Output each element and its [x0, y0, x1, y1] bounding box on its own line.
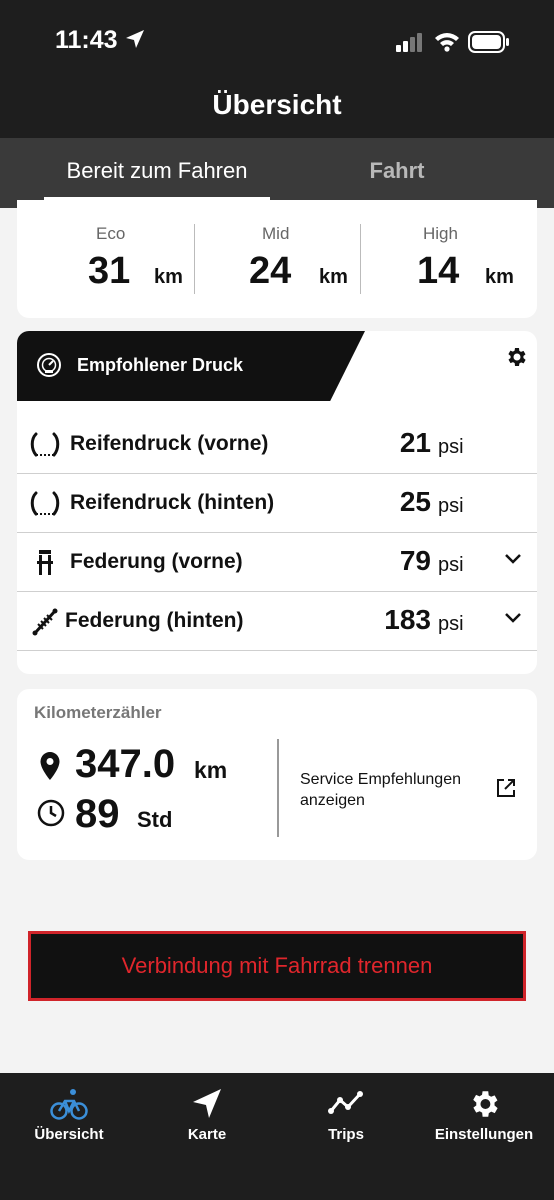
- tab-ride[interactable]: Fahrt: [300, 138, 494, 208]
- status-time: 11:43: [55, 26, 118, 54]
- pressure-row-rear-tire: Reifendruck (hinten) 25 psi: [17, 474, 537, 533]
- recommended-pressure-card: Empfohlener Druck Reifendruck (vorne) 21…: [17, 331, 537, 674]
- tab-ready-to-ride[interactable]: Bereit zum Fahren: [44, 138, 270, 208]
- pressure-value: 183: [384, 604, 431, 635]
- pressure-value: 79: [399, 545, 431, 576]
- tire-icon: [30, 491, 60, 516]
- bike-icon: [50, 1089, 88, 1120]
- nav-bar: Übersicht: [0, 80, 554, 138]
- pressure-row-front-tire: Reifendruck (vorne) 21 psi: [17, 415, 537, 474]
- pressure-value: 21: [399, 427, 431, 458]
- pressure-value: 25: [399, 486, 431, 517]
- clock-icon: [37, 799, 65, 827]
- pressure-unit: psi: [438, 495, 464, 517]
- range-mode-label: Eco: [96, 224, 126, 243]
- range-value: 14: [417, 250, 460, 292]
- pressure-gauge-icon: [37, 353, 61, 377]
- range-card: Eco 31 km Mid 24 km High 14 km: [17, 200, 537, 318]
- navigation-arrow-icon: [193, 1089, 221, 1118]
- wifi-icon: [435, 33, 459, 52]
- page-title: Übersicht: [212, 89, 342, 120]
- odometer-title: Kilometerzähler: [34, 703, 162, 722]
- range-unit: km: [485, 266, 514, 288]
- pressure-label: Federung (hinten): [65, 609, 244, 632]
- bottom-tab-bar: Übersicht Karte Trips Einstellungen: [0, 1073, 554, 1200]
- chevron-down-icon[interactable]: [503, 610, 523, 626]
- bottom-tab-settings[interactable]: Einstellungen: [415, 1073, 553, 1163]
- odometer-hours-unit: Std: [137, 807, 173, 832]
- bottom-tab-label: Trips: [328, 1126, 364, 1143]
- range-value: 31: [88, 250, 131, 292]
- bottom-tab-map[interactable]: Karte: [138, 1073, 276, 1163]
- pressure-row-front-suspension[interactable]: Federung (vorne) 79 psi: [17, 533, 537, 592]
- pressure-unit: psi: [438, 613, 464, 635]
- status-bar: 11:43: [0, 0, 554, 80]
- range-mid: Mid 24 km: [194, 200, 360, 300]
- odometer-card: Kilometerzähler 347.0 km 89 Std Service …: [17, 689, 537, 860]
- range-eco: Eco 31 km: [17, 200, 194, 300]
- bottom-tab-label: Karte: [187, 1126, 227, 1143]
- bottom-tab-label: Einstellungen: [434, 1126, 534, 1143]
- pressure-label: Reifendruck (vorne): [70, 432, 269, 455]
- service-recommendations-link[interactable]: Service Empfehlungen anzeigen: [300, 769, 500, 811]
- tire-icon: [30, 432, 60, 457]
- range-mode-label: Mid: [262, 224, 290, 243]
- odometer-hours: 89: [75, 792, 120, 836]
- location-pin-icon: [40, 752, 60, 780]
- bottom-tab-overview[interactable]: Übersicht: [0, 1073, 138, 1163]
- odometer-distance-unit: km: [194, 757, 228, 783]
- bottom-tab-trips[interactable]: Trips: [277, 1073, 415, 1163]
- range-unit: km: [319, 266, 348, 288]
- shock-icon: [32, 608, 58, 636]
- pressure-row-rear-suspension[interactable]: Federung (hinten) 183 psi: [17, 592, 537, 651]
- pressure-label: Reifendruck (hinten): [70, 491, 275, 514]
- gear-icon[interactable]: [504, 345, 528, 369]
- pressure-label: Federung (vorne): [70, 550, 243, 573]
- location-arrow-icon: [126, 30, 144, 48]
- trips-chart-icon: [328, 1091, 363, 1114]
- range-high: High 14 km: [360, 200, 537, 300]
- external-link-icon[interactable]: [495, 777, 517, 799]
- odometer-distance: 347.0: [75, 742, 176, 786]
- gear-icon: [473, 1091, 498, 1117]
- divider: [277, 739, 279, 837]
- pressure-title: Empfohlener Druck: [77, 355, 244, 375]
- range-unit: km: [154, 266, 183, 288]
- range-mode-label: High: [423, 224, 458, 243]
- bottom-tab-label: Übersicht: [34, 1126, 104, 1143]
- range-value: 24: [249, 250, 292, 292]
- disconnect-bike-button[interactable]: Verbindung mit Fahrrad trennen: [28, 931, 526, 1001]
- segment-tabs: Bereit zum Fahren Fahrt: [0, 138, 554, 208]
- battery-icon: [468, 31, 509, 53]
- fork-icon: [37, 550, 53, 575]
- chevron-down-icon[interactable]: [503, 551, 523, 567]
- cellular-signal-icon: [396, 33, 422, 52]
- pressure-unit: psi: [438, 554, 464, 576]
- pressure-unit: psi: [438, 436, 464, 458]
